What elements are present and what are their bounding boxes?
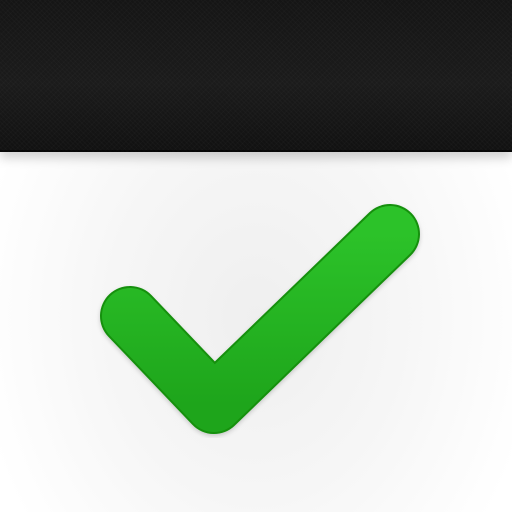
check-icon	[100, 204, 420, 434]
checkmark-app-icon[interactable]	[0, 0, 512, 512]
